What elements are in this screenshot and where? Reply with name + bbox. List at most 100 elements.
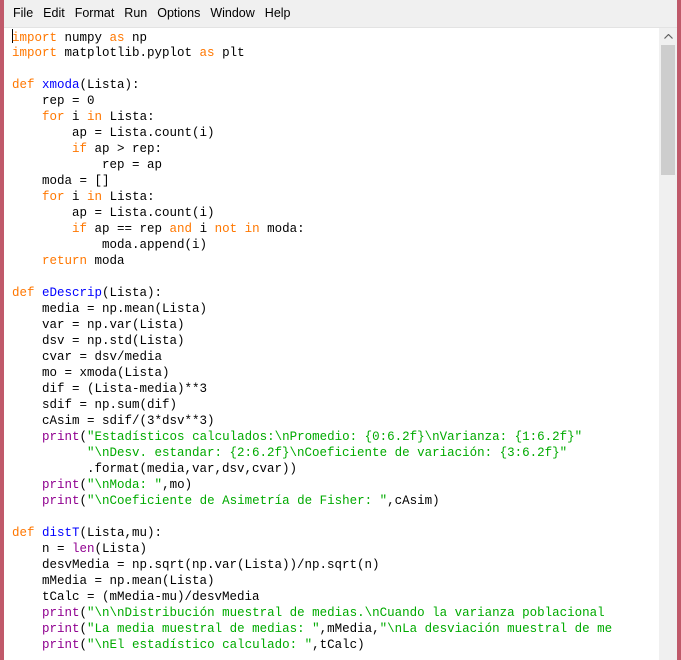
keyword-token: in xyxy=(87,190,103,204)
function-name-token: xmoda xyxy=(42,78,80,92)
code-line[interactable]: rep = 0 xyxy=(12,93,612,109)
code-line[interactable]: ap = Lista.count(i) xyxy=(12,125,612,141)
code-line[interactable]: n = len(Lista) xyxy=(12,541,612,557)
code-token: np xyxy=(124,31,148,45)
idle-editor-window: File Edit Format Run Options Window Help… xyxy=(4,0,677,660)
code-token: ,mo) xyxy=(162,478,193,492)
code-line[interactable]: print("\nCoeficiente de Asimetría de Fis… xyxy=(12,493,612,509)
vertical-scrollbar[interactable] xyxy=(659,28,677,660)
code-token: matplotlib.pyplot xyxy=(57,46,200,60)
builtin-token: print xyxy=(42,494,80,508)
code-line[interactable]: .format(media,var,dsv,cvar)) xyxy=(12,461,612,477)
code-line[interactable]: return moda xyxy=(12,253,612,269)
menu-window[interactable]: Window xyxy=(205,0,259,27)
code-line[interactable]: if ap == rep and i not in moda: xyxy=(12,221,612,237)
code-line[interactable]: mMedia = np.mean(Lista) xyxy=(12,573,612,589)
code-line[interactable]: "\nDesv. estandar: {2:6.2f}\nCoeficiente… xyxy=(12,445,612,461)
code-line[interactable]: dsv = np.std(Lista) xyxy=(12,333,612,349)
code-line[interactable]: def eDescrip(Lista): xyxy=(12,285,612,301)
code-token: ( xyxy=(79,638,88,652)
scroll-thumb[interactable] xyxy=(661,45,675,175)
keyword-token: in xyxy=(87,110,103,124)
code-line[interactable]: cvar = dsv/media xyxy=(12,349,612,365)
code-line[interactable]: import numpy as np xyxy=(12,29,612,45)
code-token: dsv = np.std(Lista) xyxy=(12,334,185,348)
code-line[interactable]: dif = (Lista-media)**3 xyxy=(12,381,612,397)
code-line[interactable]: print("La media muestral de medias: ",mM… xyxy=(12,621,612,637)
menu-help[interactable]: Help xyxy=(260,0,296,27)
keyword-token: def xyxy=(12,526,35,540)
code-token: ap = Lista.count(i) xyxy=(12,206,215,220)
code-token: dif = (Lista-media)**3 xyxy=(12,382,208,396)
builtin-token: print xyxy=(42,606,80,620)
code-line[interactable]: for i in Lista: xyxy=(12,109,612,125)
code-line[interactable]: for i in Lista: xyxy=(12,189,612,205)
code-line[interactable] xyxy=(12,61,612,77)
code-editor[interactable]: import numpy as np import matplotlib.pypl… xyxy=(4,28,658,660)
menu-edit[interactable]: Edit xyxy=(38,0,70,27)
code-line[interactable]: cAsim = sdif/(3*dsv**3) xyxy=(12,413,612,429)
keyword-token: as xyxy=(199,46,215,60)
code-line[interactable] xyxy=(12,509,612,525)
code-token: cAsim = sdif/(3*dsv**3) xyxy=(12,414,215,428)
code-line[interactable]: print("\nModa: ",mo) xyxy=(12,477,612,493)
menu-options[interactable]: Options xyxy=(152,0,205,27)
code-token: tCalc = (mMedia-mu)/desvMedia xyxy=(12,590,260,604)
code-line[interactable]: if ap > rep: xyxy=(12,141,612,157)
menu-file[interactable]: File xyxy=(4,0,38,27)
code-token: (Lista): xyxy=(79,78,140,92)
code-line[interactable]: media = np.mean(Lista) xyxy=(12,301,612,317)
code-line[interactable]: def xmoda(Lista): xyxy=(12,77,612,93)
menu-run[interactable]: Run xyxy=(119,0,152,27)
code-text[interactable]: import numpy as np import matplotlib.pypl… xyxy=(12,29,612,653)
code-line[interactable] xyxy=(12,269,612,285)
builtin-token: len xyxy=(72,542,95,556)
string-token: "Estadísticos calculados:\nPromedio: {0:… xyxy=(87,430,583,444)
code-line[interactable]: rep = ap xyxy=(12,157,612,173)
code-token: Lista: xyxy=(102,110,155,124)
code-line[interactable]: tCalc = (mMedia-mu)/desvMedia xyxy=(12,589,612,605)
code-token: rep = 0 xyxy=(12,94,95,108)
code-line[interactable]: print("\n\nDistribución muestral de medi… xyxy=(12,605,612,621)
code-line[interactable]: moda = [] xyxy=(12,173,612,189)
code-token: sdif = np.sum(dif) xyxy=(12,398,178,412)
string-token: "\nEl estadístico calculado: " xyxy=(87,638,313,652)
function-name-token: eDescrip xyxy=(42,286,103,300)
code-token: var = np.var(Lista) xyxy=(12,318,185,332)
code-line[interactable]: print("Estadísticos calculados:\nPromedi… xyxy=(12,429,612,445)
string-token: "\nCoeficiente de Asimetría de Fisher: " xyxy=(87,494,388,508)
code-token: ap == rep xyxy=(87,222,170,236)
keyword-token: import xyxy=(12,46,58,60)
code-line[interactable]: ap = Lista.count(i) xyxy=(12,205,612,221)
keyword-token: def xyxy=(12,78,35,92)
code-line[interactable]: mo = xmoda(Lista) xyxy=(12,365,612,381)
code-line[interactable]: def distT(Lista,mu): xyxy=(12,525,612,541)
scroll-up-button[interactable] xyxy=(659,28,677,45)
code-token: ap = Lista.count(i) xyxy=(12,126,215,140)
code-token: numpy xyxy=(57,31,110,45)
code-token: ( xyxy=(79,622,88,636)
code-line[interactable]: sdif = np.sum(dif) xyxy=(12,397,612,413)
function-name-token: distT xyxy=(42,526,80,540)
code-token: (Lista) xyxy=(94,542,148,556)
code-line[interactable]: print("\nEl estadístico calculado: ",tCa… xyxy=(12,637,612,653)
string-token: "\nModa: " xyxy=(87,478,163,492)
code-line[interactable]: var = np.var(Lista) xyxy=(12,317,612,333)
code-line[interactable]: import matplotlib.pyplot as plt xyxy=(12,45,612,61)
code-line[interactable]: moda.append(i) xyxy=(12,237,612,253)
keyword-token: if xyxy=(72,222,88,236)
menu-bar: File Edit Format Run Options Window Help xyxy=(4,0,677,28)
code-line[interactable]: desvMedia = np.sqrt(np.var(Lista))/np.sq… xyxy=(12,557,612,573)
code-token: moda = [] xyxy=(12,174,110,188)
menu-format[interactable]: Format xyxy=(70,0,120,27)
